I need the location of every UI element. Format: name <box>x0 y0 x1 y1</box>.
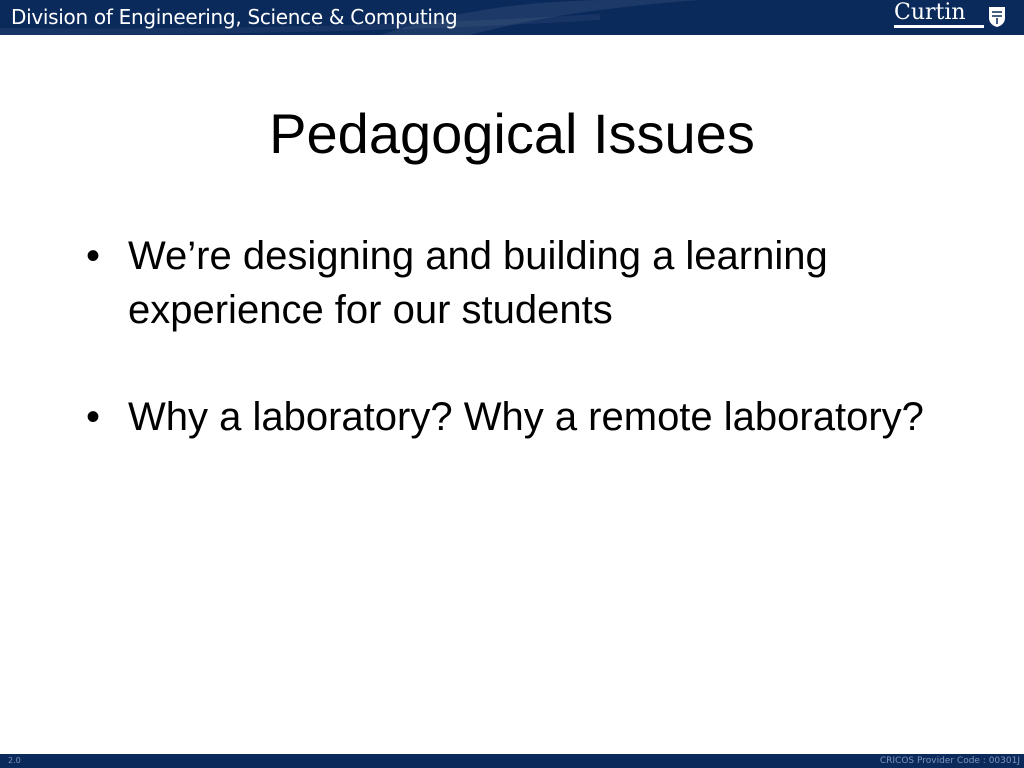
bullet-dot-icon: • <box>86 395 101 439</box>
header-bar: Division of Engineering, Science & Compu… <box>0 0 1024 35</box>
logo-tagline <box>894 25 984 28</box>
logo-wordmark: Curtin <box>894 0 966 25</box>
crest-icon <box>989 7 1005 27</box>
bullet-item: • We’re designing and building a learnin… <box>86 229 966 337</box>
version-label: 2.0 <box>8 756 21 765</box>
slide-title: Pedagogical Issues <box>269 102 755 165</box>
bullet-text: We’re designing and building a learning … <box>128 234 828 332</box>
footer-bar: 2.0 CRICOS Provider Code : 00301J <box>0 754 1024 768</box>
bullet-dot-icon: • <box>86 234 101 278</box>
division-title: Division of Engineering, Science & Compu… <box>11 5 458 29</box>
bullet-item: • Why a laboratory? Why a remote laborat… <box>86 390 966 444</box>
cricos-code: CRICOS Provider Code : 00301J <box>879 756 1020 766</box>
bullet-text: Why a laboratory? Why a remote laborator… <box>128 395 924 439</box>
bullet-list: • We’re designing and building a learnin… <box>86 229 966 444</box>
curtin-logo: Curtin <box>886 0 1006 33</box>
